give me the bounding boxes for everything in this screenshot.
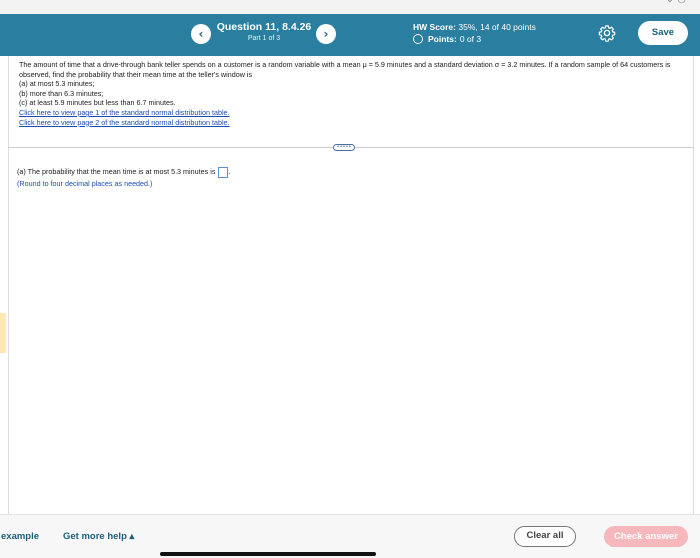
- problem-statement: The amount of time that a drive-through …: [19, 60, 684, 127]
- clear-all-button[interactable]: Clear all: [514, 526, 576, 547]
- next-question-button[interactable]: ›: [316, 24, 336, 44]
- answer-area: (a) The probability that the mean time i…: [17, 166, 230, 190]
- problem-part-c: (c) at least 5.9 minutes but less than 6…: [19, 98, 176, 108]
- answer-prompt: (a) The probability that the mean time i…: [17, 167, 216, 176]
- example-button[interactable]: example: [1, 531, 39, 542]
- problem-part-b: (b) more than 6.3 minutes;: [19, 88, 104, 98]
- problem-text: The amount of time that a drive-through …: [19, 60, 671, 79]
- question-part: Part 1 of 3: [247, 35, 281, 42]
- get-more-help-button[interactable]: Get more help ▴: [63, 531, 134, 542]
- points: Points: 0 of 3: [413, 34, 481, 44]
- round-note: (Round to four decimal places as needed.…: [17, 179, 153, 188]
- answer-suffix: .: [228, 167, 231, 176]
- hw-score-label: HW Score:: [413, 22, 456, 32]
- previous-question-button[interactable]: ‹: [191, 24, 211, 44]
- top-status-strip: ⌄ ○: [0, 0, 700, 14]
- home-indicator: [160, 552, 376, 556]
- divider-handle[interactable]: •••••: [333, 144, 355, 151]
- points-label: Points:: [428, 34, 457, 44]
- hw-score: HW Score: 35%, 14 of 40 points: [413, 22, 536, 32]
- side-marker: [0, 313, 6, 353]
- answer-input[interactable]: [218, 166, 229, 178]
- question-header: ‹ Question 11, 8.4.26 Part 1 of 3 › HW S…: [0, 14, 700, 56]
- hw-score-value: 35%, 14 of 40 points: [458, 22, 536, 32]
- problem-part-a: (a) at most 5.3 minutes;: [19, 79, 95, 89]
- normal-table-page2-link[interactable]: Click here to view page 2 of the standar…: [19, 118, 684, 128]
- normal-table-page1-link[interactable]: Click here to view page 1 of the standar…: [19, 108, 684, 118]
- question-title: Question 11, 8.4.26: [216, 21, 312, 33]
- points-circle-icon: [413, 34, 423, 44]
- check-answer-button[interactable]: Check answer: [604, 526, 688, 547]
- save-button[interactable]: Save: [638, 21, 688, 45]
- gear-icon[interactable]: [598, 24, 616, 42]
- question-content: The amount of time that a drive-through …: [8, 56, 694, 514]
- answer-line: (a) The probability that the mean time i…: [17, 166, 230, 178]
- status-icons: ⌄ ○: [666, 0, 686, 5]
- footer-bar: example Get more help ▴ Clear all Check …: [0, 514, 700, 558]
- points-value: 0 of 3: [459, 34, 482, 44]
